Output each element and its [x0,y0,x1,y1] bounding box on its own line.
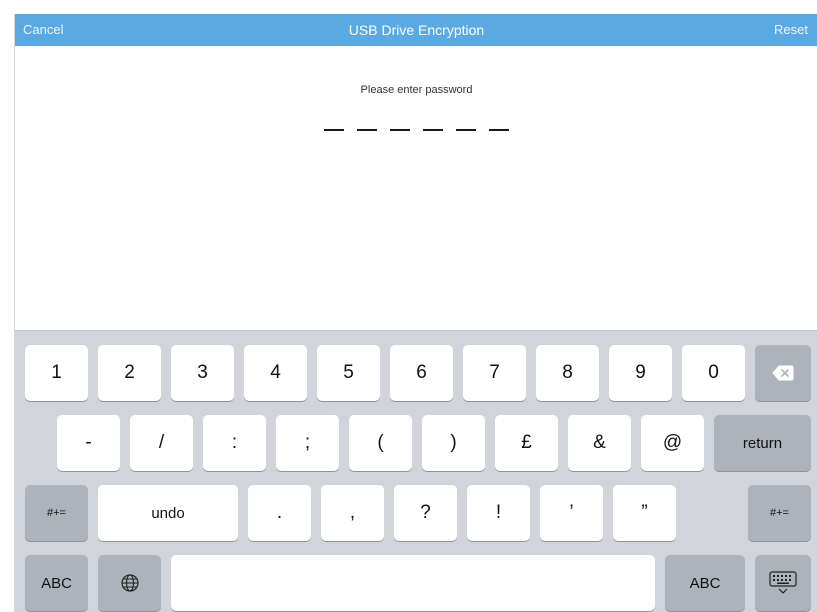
keyboard-dismiss-icon [769,571,797,594]
key-exclamation[interactable]: ! [467,485,530,541]
app-window: Cancel USB Drive Encryption Reset Please… [14,14,817,612]
key-colon[interactable]: : [203,415,266,471]
key-question[interactable]: ? [394,485,457,541]
key-comma[interactable]: , [321,485,384,541]
key-8[interactable]: 8 [536,345,599,401]
password-prompt: Please enter password [360,84,473,96]
globe-icon [120,574,139,592]
backspace-icon [772,365,794,381]
abc-key-right[interactable]: ABC [665,555,745,611]
key-ampersand[interactable]: & [568,415,631,471]
key-close-paren[interactable]: ) [422,415,485,471]
pin-placeholder-dash [423,129,443,131]
key-open-paren[interactable]: ( [349,415,412,471]
pin-placeholder-dash [324,129,344,131]
undo-key[interactable]: undo [98,485,238,541]
key-3[interactable]: 3 [171,345,234,401]
return-key[interactable]: return [714,415,811,471]
key-hyphen[interactable]: - [57,415,120,471]
navigation-bar: Cancel USB Drive Encryption Reset [15,14,817,46]
reset-button[interactable]: Reset [774,14,808,46]
on-screen-keyboard: 1 2 3 4 5 6 7 8 9 0 - / : ; ( ) £ & @ re… [15,330,817,612]
key-slash[interactable]: / [130,415,193,471]
page-title: USB Drive Encryption [348,22,485,38]
pin-placeholder-dash [357,129,377,131]
key-2[interactable]: 2 [98,345,161,401]
key-6[interactable]: 6 [390,345,453,401]
key-pound[interactable]: £ [495,415,558,471]
globe-key[interactable] [98,555,161,611]
key-quote[interactable]: ” [613,485,676,541]
pin-placeholder-dash [390,129,410,131]
key-4[interactable]: 4 [244,345,307,401]
key-0[interactable]: 0 [682,345,745,401]
key-semicolon[interactable]: ; [276,415,339,471]
keyboard-dismiss-key[interactable] [755,555,811,611]
key-7[interactable]: 7 [463,345,526,401]
backspace-key[interactable] [755,345,811,401]
space-bar[interactable] [171,555,655,611]
key-1[interactable]: 1 [25,345,88,401]
symbols-key-left[interactable]: #+= [25,485,88,541]
key-period[interactable]: . [248,485,311,541]
key-apostrophe[interactable]: ’ [540,485,603,541]
key-at[interactable]: @ [641,415,704,471]
abc-key-left[interactable]: ABC [25,555,88,611]
key-5[interactable]: 5 [317,345,380,401]
pin-placeholder-dash [489,129,509,131]
pin-placeholder-dash [456,129,476,131]
key-9[interactable]: 9 [609,345,672,401]
symbols-key-right[interactable]: #+= [748,485,811,541]
